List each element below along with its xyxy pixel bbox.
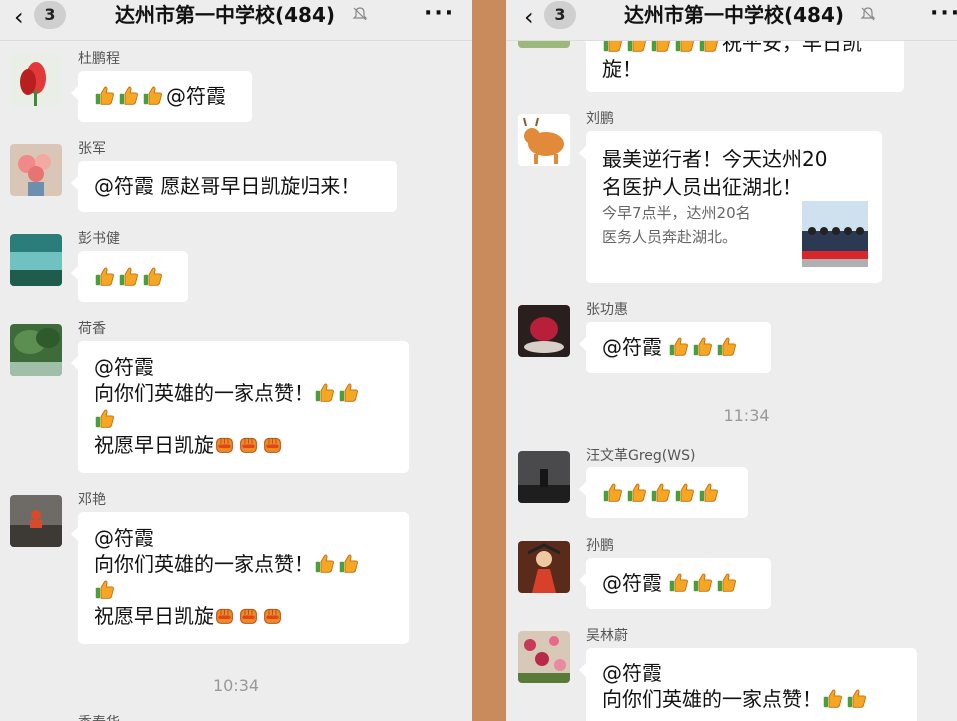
- sender-name: 张功惠: [586, 302, 628, 318]
- thumbs-up-emoji: [668, 572, 689, 593]
- message-text: 向你们英雄的一家点赞！: [602, 687, 822, 711]
- thumbs-up-emoji: [698, 482, 719, 503]
- avatar[interactable]: [10, 234, 62, 286]
- unread-count-badge[interactable]: 3: [544, 1, 576, 29]
- message-bubble[interactable]: [71, 251, 188, 302]
- card-thumbnail: [802, 201, 868, 267]
- sender-name: 张军: [78, 141, 106, 157]
- fist-emoji: [262, 434, 283, 455]
- message-text: @符霞: [602, 661, 662, 685]
- thumbs-up-emoji: [626, 482, 647, 503]
- sender-name: 吴林蔚: [586, 628, 628, 644]
- fist-emoji: [238, 434, 259, 455]
- message-text: @符霞: [602, 335, 662, 359]
- thumbs-up-emoji: [94, 579, 115, 600]
- thumbs-up-emoji: [716, 572, 737, 593]
- card-title: 名医护人员出征湖北！: [602, 175, 802, 199]
- thumbs-up-emoji: [314, 382, 335, 403]
- thumbs-up-emoji: [314, 553, 335, 574]
- avatar[interactable]: [518, 305, 570, 357]
- message-text: @符霞: [94, 526, 154, 550]
- thumbs-up-emoji: [846, 688, 867, 709]
- message-text: @符霞: [94, 355, 154, 379]
- avatar[interactable]: [518, 541, 570, 593]
- sender-name: 刘鹏: [586, 111, 614, 127]
- thumbs-up-emoji: [338, 382, 359, 403]
- thumbs-up-emoji: [94, 266, 115, 287]
- message-text: @符霞: [602, 571, 662, 595]
- thumbs-up-emoji: [822, 688, 843, 709]
- timestamp: 10:34: [212, 676, 260, 695]
- message-bubble[interactable]: @符霞: [71, 71, 252, 122]
- sender-name: 荷香: [78, 321, 106, 337]
- message-bubble[interactable]: @符霞 向你们英雄的一家点赞！: [579, 648, 917, 721]
- avatar[interactable]: [10, 324, 62, 376]
- thumbs-up-emoji: [692, 336, 713, 357]
- thumbs-up-emoji: [668, 336, 689, 357]
- card-title: 最美逆行者！今天达州20: [602, 147, 828, 171]
- thumbs-up-emoji: [118, 266, 139, 287]
- thumbs-up-emoji: [94, 85, 115, 106]
- message-bubble[interactable]: @符霞 向你们英雄的一家点赞！ 祝愿早日凯旋: [71, 512, 409, 644]
- thumbs-up-emoji: [142, 85, 163, 106]
- chat-title: 达州市第一中学校(484): [624, 3, 845, 27]
- link-card[interactable]: 最美逆行者！今天达州20 名医护人员出征湖北！ 今早7点半，达州20名 医务人员…: [579, 131, 882, 283]
- sender-name: 杜鹏程: [78, 51, 120, 67]
- sender-name: 彭书健: [78, 231, 120, 247]
- sender-name: 汪文革Greg(WS): [586, 448, 696, 464]
- chat-header: ‹ 3 达州市第一中学校(484) ···: [0, 0, 472, 41]
- thumbs-up-emoji: [674, 482, 695, 503]
- more-icon[interactable]: ···: [930, 0, 957, 28]
- message-text: 向你们英雄的一家点赞！: [94, 381, 314, 405]
- thumbs-up-emoji: [142, 266, 163, 287]
- message-text: 向你们英雄的一家点赞！: [94, 552, 314, 576]
- message-text: 祝愿早日凯旋: [94, 604, 214, 628]
- thumbs-up-emoji: [602, 482, 623, 503]
- message-bubble[interactable]: @符霞 向你们英雄的一家点赞！ 祝愿早日凯旋: [71, 341, 409, 473]
- avatar[interactable]: [10, 54, 62, 106]
- unread-count-badge[interactable]: 3: [34, 1, 66, 29]
- message-text: 旋！: [602, 57, 642, 81]
- fist-emoji: [238, 605, 259, 626]
- message-text: 祝愿早日凯旋: [94, 433, 214, 457]
- thumbs-up-emoji: [716, 336, 737, 357]
- card-description: 医务人员奔赴湖北。: [602, 228, 738, 246]
- back-chevron-icon[interactable]: ‹: [14, 2, 30, 32]
- avatar[interactable]: [10, 495, 62, 547]
- fist-emoji: [214, 605, 235, 626]
- chat-title: 达州市第一中学校(484): [115, 3, 336, 27]
- message-text: @符霞 愿赵哥早日凯旋归来！: [94, 174, 361, 198]
- avatar[interactable]: [10, 144, 62, 196]
- thumbs-up-emoji: [650, 482, 671, 503]
- chat-header: ‹ 3 达州市第一中学校(484) ···: [506, 0, 957, 41]
- message-bubble[interactable]: @符霞: [579, 322, 771, 373]
- thumbs-up-emoji: [338, 553, 359, 574]
- sender-name: 孙鹏: [586, 538, 614, 554]
- thumbs-up-emoji: [692, 572, 713, 593]
- fist-emoji: [262, 605, 283, 626]
- message-bubble[interactable]: @符霞 愿赵哥早日凯旋归来！: [71, 161, 397, 212]
- sender-name: 季春华: [78, 712, 120, 721]
- avatar[interactable]: [518, 114, 570, 166]
- thumbs-up-emoji: [118, 85, 139, 106]
- left-chat-panel: ‹ 3 达州市第一中学校(484) ··· 杜鹏程 @符霞 张军 @符霞 愿赵哥…: [0, 0, 472, 721]
- mute-bell-icon: [860, 7, 876, 21]
- sender-name: 邓艳: [78, 492, 106, 508]
- avatar[interactable]: [518, 631, 570, 683]
- more-icon[interactable]: ···: [424, 0, 455, 28]
- message-bubble[interactable]: [579, 467, 748, 518]
- timestamp: 11:34: [723, 406, 770, 425]
- right-chat-panel: 祝平安，早日凯 旋！ ‹ 3 达州市第一中学校(484) ··· 刘鹏 最美逆行…: [506, 0, 957, 721]
- fist-emoji: [214, 434, 235, 455]
- avatar[interactable]: [518, 451, 570, 503]
- mute-bell-icon: [352, 7, 368, 21]
- thumbs-up-emoji: [94, 408, 115, 429]
- message-text: @符霞: [166, 84, 226, 108]
- card-description: 今早7点半，达州20名: [602, 204, 751, 222]
- back-chevron-icon[interactable]: ‹: [524, 2, 540, 32]
- message-bubble[interactable]: @符霞: [579, 558, 771, 609]
